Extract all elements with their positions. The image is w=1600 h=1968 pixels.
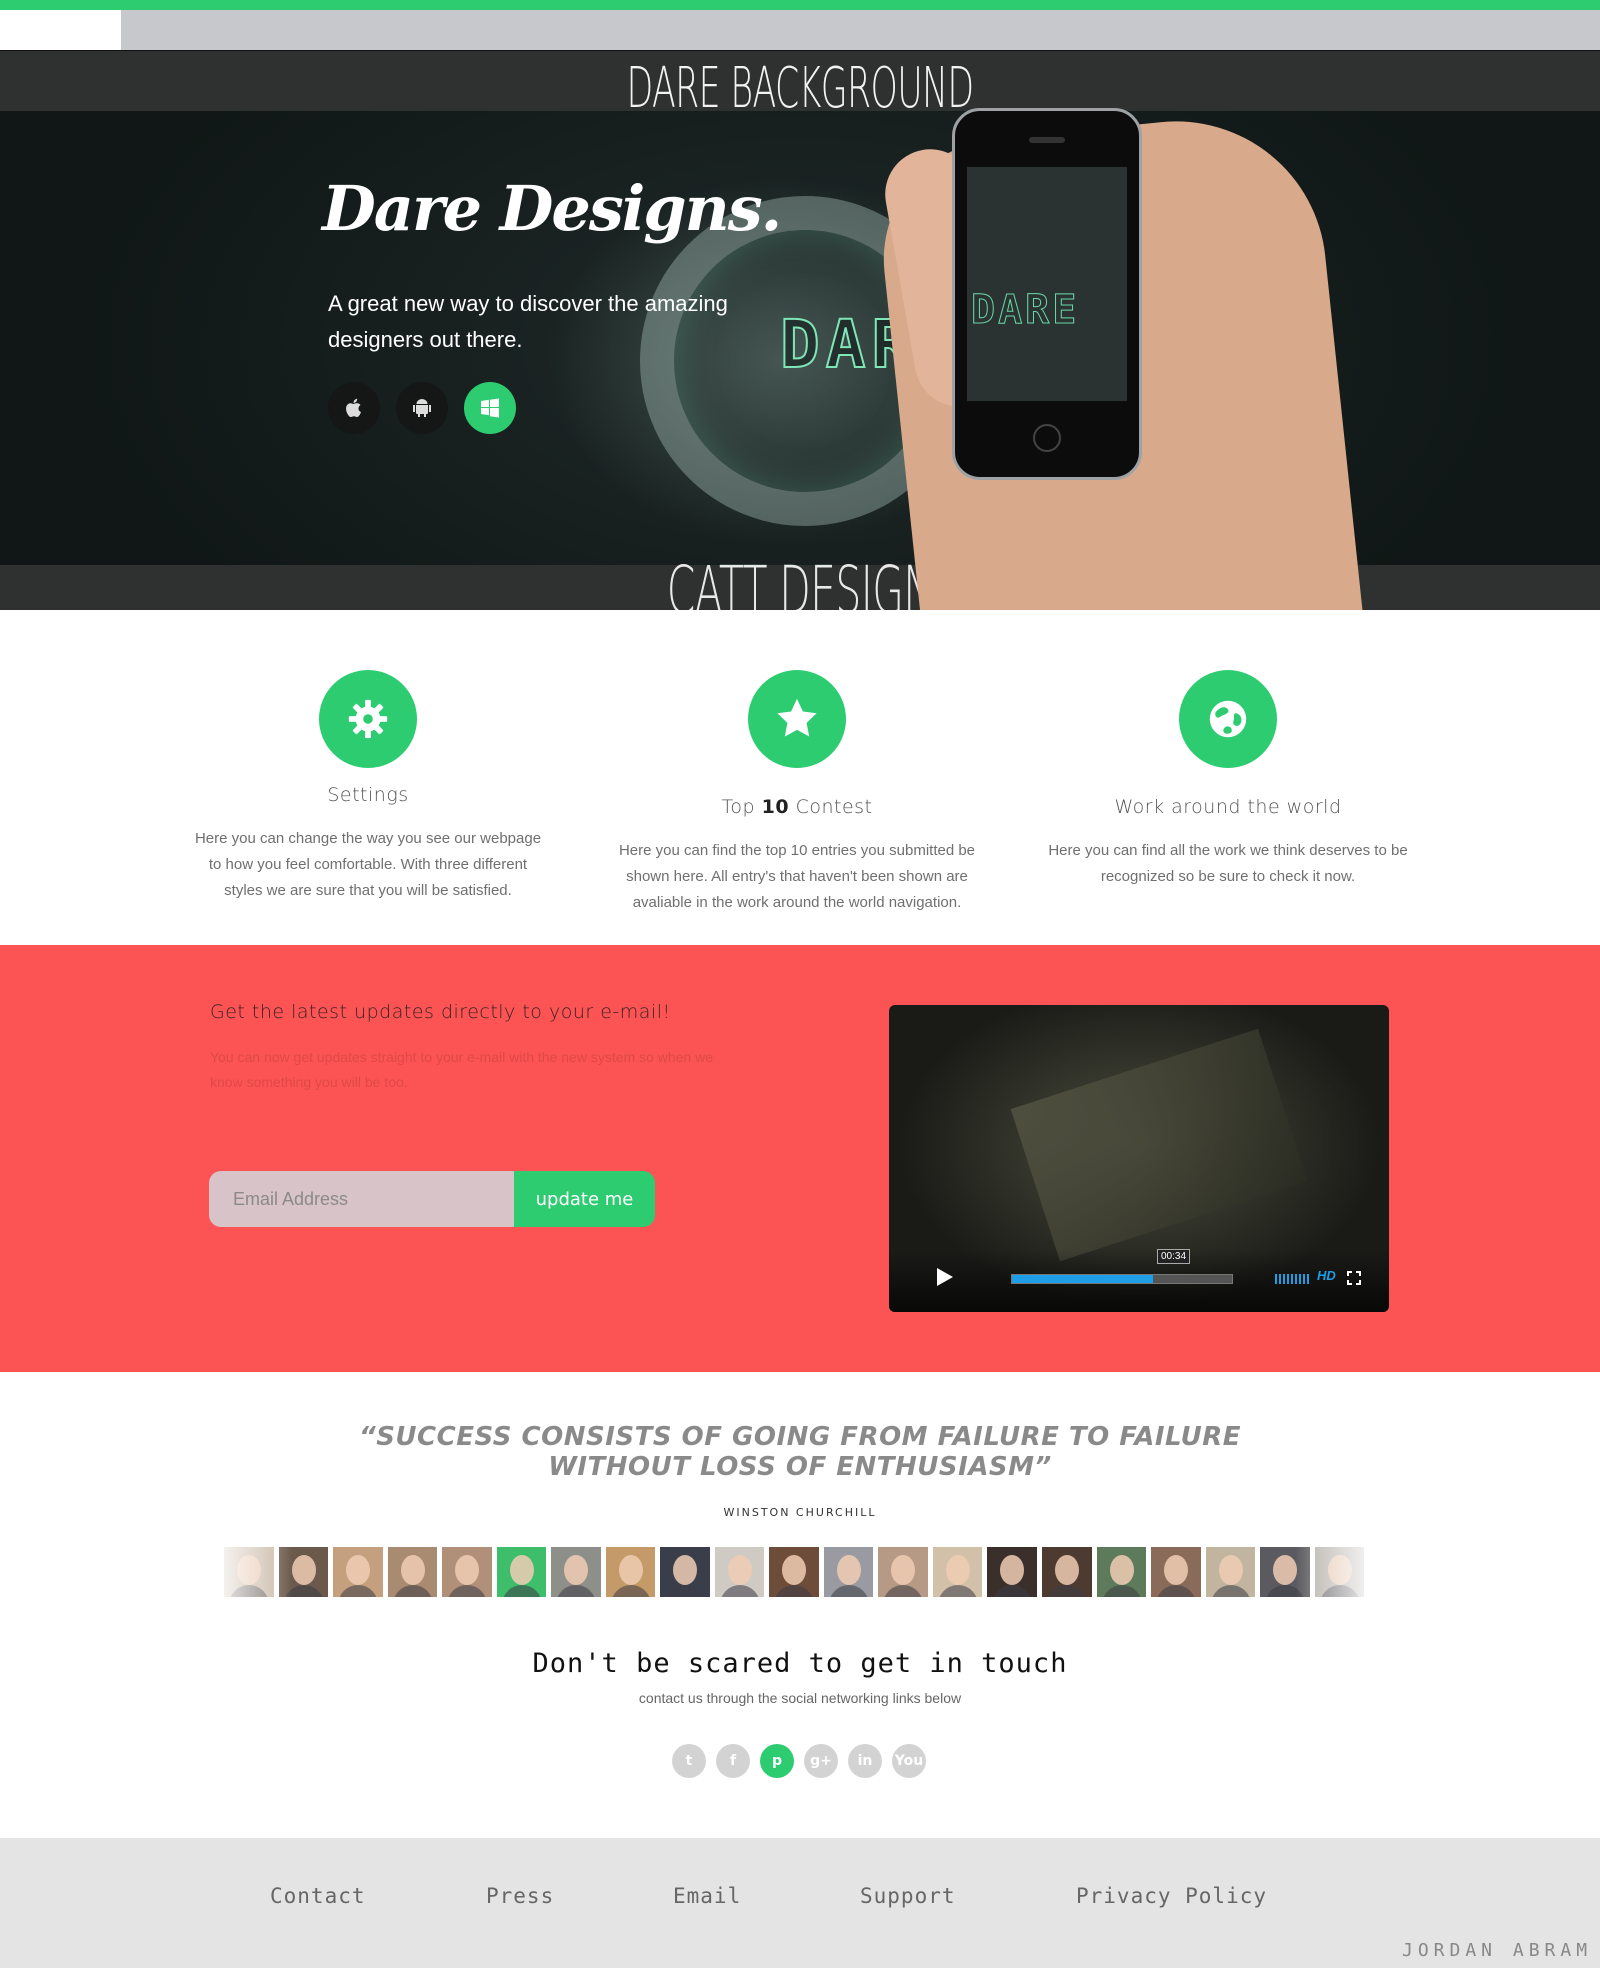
android-store-button[interactable] <box>396 382 448 434</box>
update-me-button[interactable]: update me <box>514 1171 655 1227</box>
avatar[interactable] <box>878 1547 928 1597</box>
windows-icon <box>481 398 499 418</box>
newsletter-text: You can now get updates straight to your… <box>210 1049 713 1090</box>
avatar[interactable] <box>987 1547 1037 1597</box>
avatar[interactable] <box>1205 1547 1256 1597</box>
feature-work-around-world-title: Work around the world <box>1114 796 1342 818</box>
hero-tagline: A great new way to discover the amazing … <box>328 291 728 352</box>
footer-credit: JORDAN ABRAM <box>1402 1940 1593 1961</box>
footer: Contact Press Email Support Privacy Poli… <box>0 1838 1600 1968</box>
avatar[interactable] <box>224 1547 274 1597</box>
avatar[interactable] <box>333 1547 383 1597</box>
phone-mockup: DARE <box>952 108 1142 480</box>
brand-title: Dare Designs. <box>322 172 782 245</box>
hd-toggle[interactable]: HD <box>1317 1268 1336 1283</box>
feature-top-10-title-post: Contest <box>789 796 873 818</box>
designer-avatars-strip <box>224 1547 1365 1597</box>
avatar[interactable] <box>1314 1547 1365 1597</box>
video-progress-bar[interactable] <box>1011 1274 1233 1284</box>
quote-text: “SUCCESS CONSISTS OF GOING FROM FAILURE … <box>0 1422 1600 1482</box>
linkedin-icon[interactable]: in <box>848 1744 882 1778</box>
avatar[interactable] <box>551 1547 601 1597</box>
twitter-icon[interactable]: t <box>672 1744 706 1778</box>
play-icon[interactable] <box>937 1268 953 1286</box>
footer-link-email[interactable]: Email <box>673 1884 741 1908</box>
avatar[interactable] <box>1096 1547 1147 1597</box>
top-nav-bar <box>0 10 1600 50</box>
top-nav-tab[interactable] <box>0 10 121 50</box>
email-field[interactable] <box>209 1171 514 1227</box>
feature-top-10-title-pre: Top <box>721 796 762 818</box>
newsletter-form: update me <box>209 1171 655 1227</box>
fullscreen-icon[interactable] <box>1347 1271 1361 1285</box>
phone-home-button <box>1033 424 1061 452</box>
video-frame-image <box>1010 1028 1308 1262</box>
avatar[interactable] <box>605 1547 656 1597</box>
avatar[interactable] <box>387 1547 438 1597</box>
phone-screen-logo: DARE <box>970 287 1080 334</box>
avatar[interactable] <box>823 1547 874 1597</box>
phone-speaker <box>1029 137 1065 143</box>
footer-link-privacy-policy[interactable]: Privacy Policy <box>1076 1884 1267 1908</box>
feature-work-around-world-badge[interactable] <box>1179 670 1277 768</box>
contact-subtitle: contact us through the social networking… <box>638 1690 962 1706</box>
hero-section: DARE DARE BACKGROUND CATT DESIGN Dare De… <box>0 50 1600 610</box>
google-plus-icon[interactable]: g+ <box>804 1744 838 1778</box>
avatar[interactable] <box>932 1547 983 1597</box>
feature-top-10-title-number: 10 <box>761 796 790 818</box>
feature-settings-text: Here you can change the way you see our … <box>194 830 542 899</box>
video-controls: 00:34 HD <box>889 1249 1389 1312</box>
feature-settings: Settings Here you can change the way you… <box>188 670 548 904</box>
quote-line-2: WITHOUT LOSS OF ENTHUSIASM” <box>548 1452 1052 1482</box>
feature-top-10-badge[interactable] <box>748 670 846 768</box>
youtube-icon[interactable]: You <box>892 1744 926 1778</box>
video-progress-fill <box>1012 1275 1153 1283</box>
globe-icon <box>1209 700 1247 738</box>
volume-bars-icon[interactable] <box>1275 1274 1309 1284</box>
avatar[interactable] <box>496 1547 547 1597</box>
apple-store-button[interactable] <box>328 382 380 434</box>
avatar[interactable] <box>442 1547 492 1597</box>
feature-work-around-world: Work around the world Here you can find … <box>1048 670 1408 890</box>
avatar[interactable] <box>1151 1547 1201 1597</box>
feature-top-10: Top 10 Contest Here you can find the top… <box>617 670 977 916</box>
gear-icon <box>348 699 388 739</box>
avatar[interactable] <box>769 1547 819 1597</box>
social-links: t f p g+ in You <box>672 1744 926 1778</box>
avatar[interactable] <box>660 1547 710 1597</box>
feature-settings-title: Settings <box>327 784 409 806</box>
footer-link-support[interactable]: Support <box>860 1884 956 1908</box>
feature-settings-badge[interactable] <box>319 670 417 768</box>
facebook-icon[interactable]: f <box>716 1744 750 1778</box>
newsletter-title: Get the latest updates directly to your … <box>210 1001 671 1023</box>
quote-author: WINSTON CHURCHILL <box>723 1506 877 1519</box>
apple-icon <box>346 398 361 417</box>
footer-link-contact[interactable]: Contact <box>270 1884 366 1908</box>
avatar[interactable] <box>1041 1547 1092 1597</box>
newsletter-section: Get the latest updates directly to your … <box>0 945 1600 1372</box>
pinterest-icon[interactable]: p <box>760 1744 794 1778</box>
feature-top-10-title: Top 10 Contest <box>617 796 977 818</box>
footer-link-press[interactable]: Press <box>486 1884 554 1908</box>
avatar[interactable] <box>714 1547 765 1597</box>
feature-work-around-world-text: Here you can find all the work we think … <box>1048 842 1408 885</box>
feature-top-10-text: Here you can find the top 10 entries you… <box>618 842 976 911</box>
video-time-tooltip: 00:34 <box>1157 1249 1191 1264</box>
windows-store-button[interactable] <box>464 382 516 434</box>
avatar[interactable] <box>278 1547 329 1597</box>
android-icon <box>413 399 431 417</box>
star-icon <box>777 698 817 737</box>
hero-band-top-title: DARE BACKGROUND <box>626 56 974 121</box>
avatar[interactable] <box>1260 1547 1310 1597</box>
quote-line-1: “SUCCESS CONSISTS OF GOING FROM FAILURE … <box>358 1422 1242 1452</box>
hero-background: DARE <box>0 111 1600 565</box>
top-accent-bar <box>0 0 1600 10</box>
phone-screen: DARE <box>967 167 1127 401</box>
video-player[interactable]: 00:34 HD <box>889 1005 1389 1312</box>
contact-title: Don't be scared to get in touch <box>532 1648 1068 1679</box>
